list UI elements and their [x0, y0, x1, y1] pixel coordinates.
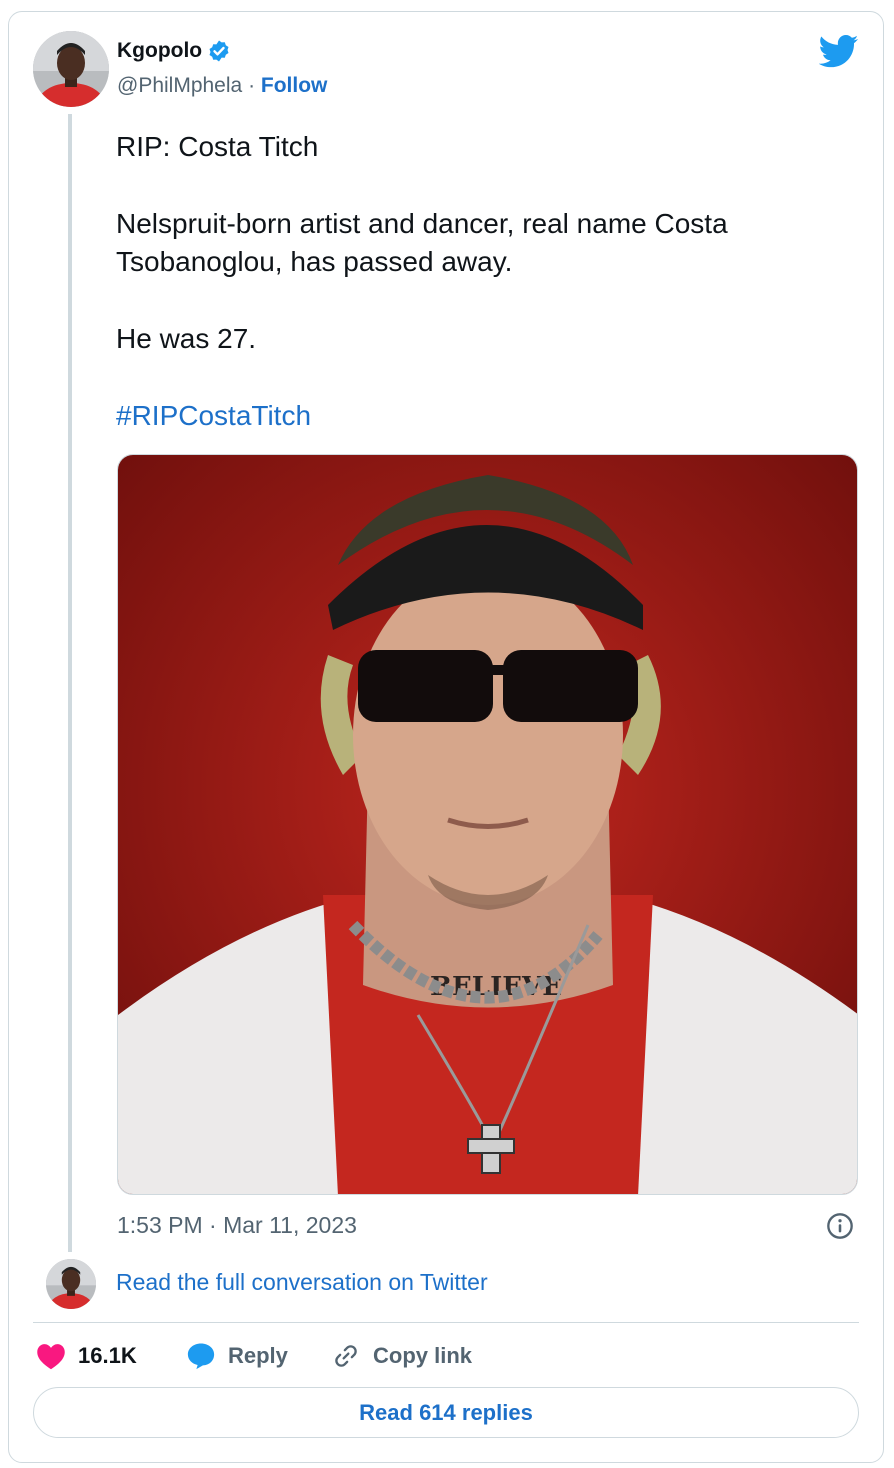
follow-button[interactable]: Follow — [261, 74, 328, 97]
copy-link-button[interactable]: Copy link — [331, 1342, 472, 1370]
tweet-text: RIP: Costa Titch Nelspruit-born artist a… — [116, 128, 836, 474]
like-count: 16.1K — [78, 1343, 137, 1368]
twitter-bird-icon[interactable] — [819, 35, 859, 68]
read-replies-button[interactable]: Read 614 replies — [33, 1387, 859, 1438]
conversation-avatar[interactable] — [46, 1259, 96, 1309]
thread-connector-line — [68, 114, 72, 1252]
reply-button[interactable]: Reply — [186, 1342, 331, 1370]
reply-label: Reply — [228, 1343, 288, 1368]
heart-icon — [37, 1344, 65, 1370]
author-display-name[interactable]: Kgopolo — [117, 39, 202, 63]
tweet-line-1: RIP: Costa Titch — [116, 131, 319, 162]
handle-separator: · — [248, 74, 256, 97]
tweet-actions-bar: 16.1K Reply Copy link — [36, 1338, 472, 1374]
link-icon — [335, 1345, 357, 1367]
tweet-line-3: He was 27. — [116, 323, 257, 354]
verified-badge-icon — [209, 40, 229, 62]
actions-divider — [33, 1322, 859, 1323]
author-handle[interactable]: @PhilMphela — [117, 74, 242, 97]
tweet-media-photo[interactable]: BELIEVE — [117, 454, 858, 1195]
copy-link-label: Copy link — [373, 1343, 473, 1368]
like-button[interactable]: 16.1K — [36, 1342, 186, 1370]
tweet-line-2: Nelspruit-born artist and dancer, real n… — [116, 208, 728, 277]
tweet-timestamp[interactable]: 1:53 PM · Mar 11, 2023 — [117, 1212, 357, 1239]
read-conversation-link[interactable]: Read the full conversation on Twitter — [116, 1269, 488, 1296]
author-handle-row: @PhilMphela · Follow — [117, 74, 327, 98]
hashtag-link[interactable]: #RIPCostaTitch — [116, 400, 311, 431]
info-icon[interactable] — [826, 1212, 854, 1240]
author-avatar[interactable] — [33, 31, 109, 107]
reply-bubble-icon — [187, 1343, 215, 1370]
